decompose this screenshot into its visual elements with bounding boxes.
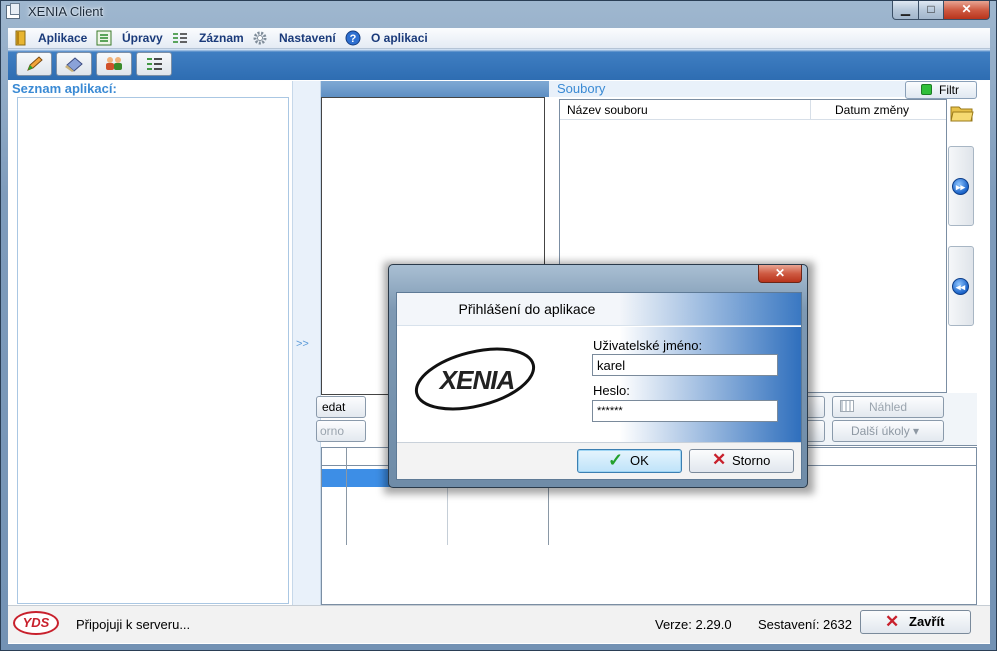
close-icon: ✕	[774, 266, 786, 280]
app-icon	[6, 3, 20, 19]
close-app-label: Zavřít	[909, 614, 945, 629]
menu-upravy[interactable]: Úpravy	[122, 30, 163, 47]
users-icon	[106, 57, 122, 70]
ok-label: OK	[630, 453, 649, 468]
close-x-icon: ✕	[885, 612, 900, 631]
fast-forward-icon: ▸▸	[952, 178, 969, 195]
svg-text:?: ?	[350, 33, 357, 45]
xenia-logo: XENIA	[414, 347, 536, 411]
window-title: XENIA Client	[28, 4, 104, 19]
password-field[interactable]	[592, 400, 778, 422]
record-icon	[173, 33, 187, 43]
record-add-icon	[147, 58, 162, 70]
toolbar-record-button[interactable]	[136, 52, 172, 76]
checkmark-icon: ✓	[608, 450, 624, 470]
pencil-icon	[27, 56, 43, 71]
username-field[interactable]	[592, 354, 778, 376]
minimize-button[interactable]: ▁	[892, 1, 919, 20]
cancel-label: Storno	[732, 453, 771, 468]
yds-logo: YDS	[13, 611, 59, 635]
book-icon	[15, 30, 26, 46]
ok-button[interactable]: OK	[577, 449, 682, 473]
cancel-button[interactable]: Storno	[689, 449, 794, 473]
help-icon: ?	[345, 30, 361, 46]
menu-o-aplikaci[interactable]: O aplikaci	[371, 30, 428, 47]
rewind-icon: ◂◂	[952, 278, 969, 295]
build-label: Sestavení: 2632	[758, 617, 852, 632]
folder-icon[interactable]	[950, 103, 974, 123]
maximize-button[interactable]: □	[918, 1, 944, 20]
menu-aplikace[interactable]: Aplikace	[38, 30, 87, 47]
dialog-close-button[interactable]: ✕	[758, 265, 802, 283]
files-header: Soubory	[557, 81, 606, 96]
cancel-search-button[interactable]: orno	[316, 420, 366, 442]
close-button[interactable]: ✕	[943, 1, 990, 20]
more-tasks-label: Další úkoly ▾	[851, 424, 920, 438]
grid-divider	[346, 448, 347, 545]
cancel-x-icon: ✕	[712, 450, 727, 469]
column-modified-date[interactable]: Datum změny	[835, 103, 909, 117]
password-label: Heslo:	[593, 383, 630, 398]
close-icon: ✕	[961, 2, 972, 16]
column-separator[interactable]	[810, 100, 811, 120]
search-button-label: edat	[322, 400, 346, 414]
toolbar-users-button[interactable]	[96, 52, 132, 76]
preview-label: Náhled	[869, 400, 908, 414]
eraser-icon	[65, 57, 83, 72]
search-button[interactable]: edat	[316, 396, 366, 418]
application-list-header: Seznam aplikací:	[12, 81, 117, 96]
maximize-icon: □	[927, 2, 935, 16]
column-filename[interactable]: Název souboru	[567, 103, 648, 117]
xenia-logo-text: XENIA	[438, 365, 514, 395]
filter-label: Filtr	[939, 83, 959, 97]
status-message: Připojuji k serveru...	[76, 617, 191, 632]
more-tasks-button[interactable]: Další úkoly ▾	[832, 420, 944, 442]
gear-icon	[253, 31, 267, 45]
minimize-icon: ▁	[900, 2, 911, 16]
dialog-title: Přihlášení do aplikace	[458, 301, 596, 317]
title-bar[interactable]	[0, 0, 997, 24]
filter-status-icon	[921, 84, 932, 95]
close-app-button[interactable]: Zavřít	[860, 610, 971, 634]
preview-icon	[840, 400, 854, 412]
application-list[interactable]	[17, 97, 289, 604]
expand-panel-toggle[interactable]: >>	[296, 338, 309, 350]
list-icon	[96, 30, 112, 46]
menu-zaznam[interactable]: Záznam	[199, 30, 244, 47]
cancel-search-label: orno	[320, 424, 345, 438]
toolbar-edit-button[interactable]	[16, 52, 52, 76]
middle-header-strip	[321, 81, 549, 97]
menu-nastaveni[interactable]: Nastavení	[279, 30, 336, 47]
toolbar-erase-button[interactable]	[56, 52, 92, 76]
username-label: Uživatelské jméno:	[593, 338, 703, 353]
version-label: Verze: 2.29.0	[655, 617, 732, 632]
